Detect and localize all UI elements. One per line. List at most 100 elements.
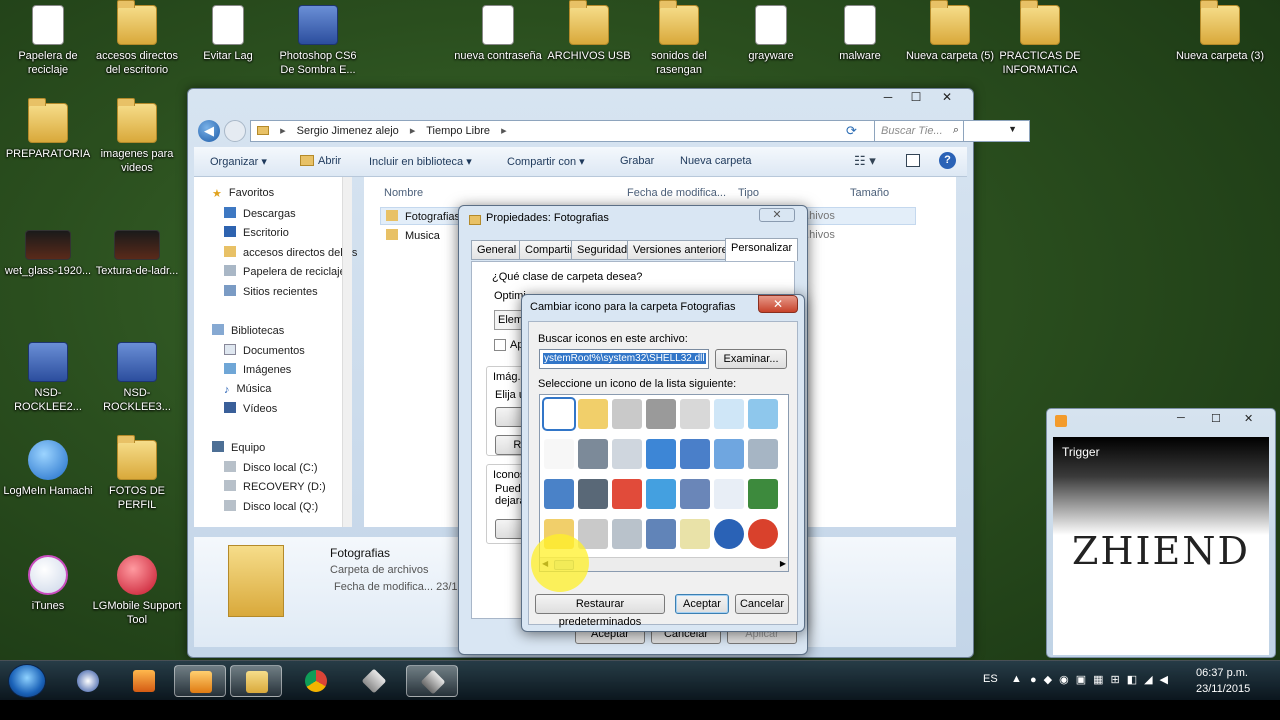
desktop-icon-item[interactable]: Textura-de-ladr...: [92, 230, 182, 278]
tab-customize[interactable]: Personalizar: [725, 238, 799, 261]
view-options-icon[interactable]: ☷ ▾: [854, 153, 876, 169]
taskbar-app[interactable]: [406, 665, 458, 697]
shell-icon-option[interactable]: [714, 399, 744, 429]
breadcrumb-item[interactable]: Tiempo Libre: [426, 125, 490, 137]
desktop-icon-item[interactable]: Nueva carpeta (3): [1175, 0, 1265, 63]
desktop-icon-item[interactable]: imagenes para videos: [92, 98, 182, 175]
desktop-icon-item[interactable]: LGMobile Support Tool: [92, 555, 182, 627]
close-icon[interactable]: ✕: [759, 208, 795, 222]
nav-lib-item[interactable]: Imágenes: [224, 363, 291, 376]
shell-icon-option[interactable]: [714, 439, 744, 469]
back-icon[interactable]: ◀: [198, 120, 220, 142]
search-input[interactable]: Buscar Tie... ⌕: [874, 120, 964, 142]
close-button[interactable]: ✕: [933, 89, 961, 107]
desktop-icon-item[interactable]: Photoshop CS6 De Sombra E...: [273, 5, 363, 77]
preview-pane-icon[interactable]: [906, 154, 920, 167]
maximize-button[interactable]: ☐: [902, 89, 930, 107]
shell-icon-option[interactable]: [748, 519, 778, 549]
desktop-icon-item[interactable]: LogMeIn Hamachi: [3, 440, 93, 498]
shell-icon-option[interactable]: [544, 439, 574, 469]
shell-icon-option[interactable]: [612, 399, 642, 429]
burn-button[interactable]: Grabar: [620, 155, 654, 167]
taskbar-chrome[interactable]: [290, 665, 342, 697]
nav-lib-item[interactable]: Documentos: [224, 344, 305, 357]
icon-file-input[interactable]: ystemRoot%\system32\SHELL32.dll: [539, 349, 709, 369]
shell-icon-option[interactable]: [612, 479, 642, 509]
chevron-down-icon[interactable]: ▼: [1008, 124, 1017, 134]
nav-fav-item[interactable]: Descargas: [224, 207, 296, 220]
desktop-icon-item[interactable]: PREPARATORIA: [3, 98, 93, 161]
cancel-button[interactable]: Cancelar: [735, 594, 789, 614]
browse-button[interactable]: Examinar...: [715, 349, 787, 369]
clock-date[interactable]: 23/11/2015: [1196, 683, 1250, 695]
refresh-icon[interactable]: ⟳: [846, 123, 857, 139]
nav-drive[interactable]: Disco local (Q:): [224, 500, 318, 513]
shell-icon-option[interactable]: [680, 399, 710, 429]
minimize-button[interactable]: ─: [1177, 412, 1185, 424]
desktop-icon-item[interactable]: FOTOS DE PERFIL: [92, 435, 182, 512]
taskbar-explorer[interactable]: [230, 665, 282, 697]
organize-button[interactable]: Organizar ▾: [210, 155, 267, 168]
nav-fav-item[interactable]: Escritorio: [224, 226, 289, 239]
clock-time[interactable]: 06:37 p.m.: [1196, 667, 1248, 679]
accept-button[interactable]: Aceptar: [675, 594, 729, 614]
taskbar-hp-app[interactable]: [62, 665, 114, 697]
desktop-icon-item[interactable]: Papelera de reciclaje: [3, 5, 93, 77]
taskbar-app[interactable]: [118, 665, 170, 697]
taskbar-media-player[interactable]: [174, 665, 226, 697]
shell-icon-option[interactable]: [680, 479, 710, 509]
desktop-icon-item[interactable]: sonidos del rasengan: [634, 0, 724, 77]
desktop-icon-item[interactable]: Evitar Lag: [183, 5, 273, 63]
column-header-type[interactable]: Tipo: [738, 187, 759, 199]
nav-lib-item[interactable]: ♪ Música: [224, 383, 271, 396]
shell-icon-option[interactable]: [612, 439, 642, 469]
shell-icon-option[interactable]: [646, 479, 676, 509]
taskbar-app[interactable]: [348, 665, 400, 697]
desktop-icon-item[interactable]: ARCHIVOS USB: [544, 0, 634, 63]
shell-icon-option[interactable]: [544, 479, 574, 509]
shell-icon-option[interactable]: [680, 439, 710, 469]
shell-icon-option[interactable]: [714, 479, 744, 509]
minimize-button[interactable]: ─: [874, 89, 902, 107]
shell-icon-option[interactable]: [542, 397, 576, 431]
include-library-button[interactable]: Incluir en biblioteca ▾: [369, 155, 472, 168]
nav-drive[interactable]: Disco local (C:): [224, 461, 318, 474]
shell-icon-option[interactable]: [646, 519, 676, 549]
desktop-icon-item[interactable]: accesos directos del escritorio: [92, 0, 182, 77]
nav-computer[interactable]: Equipo: [212, 441, 265, 454]
desktop-icon-item[interactable]: Nueva carpeta (5): [905, 0, 995, 63]
share-button[interactable]: Compartir con ▾: [507, 155, 585, 168]
start-button[interactable]: [8, 664, 46, 698]
nav-scrollbar[interactable]: [342, 177, 352, 527]
shell-icon-option[interactable]: [680, 519, 710, 549]
nav-favorites[interactable]: ★ Favoritos: [212, 187, 274, 200]
search-icon[interactable]: ⌕: [953, 124, 959, 137]
breadcrumb-item[interactable]: Sergio Jimenez alejo: [297, 125, 399, 137]
shell-icon-option[interactable]: [748, 399, 778, 429]
shell-icon-option[interactable]: [748, 479, 778, 509]
desktop-icon-item[interactable]: NSD-ROCKLEE2...: [3, 342, 93, 414]
shell-icon-option[interactable]: [578, 399, 608, 429]
new-folder-button[interactable]: Nueva carpeta: [680, 155, 752, 167]
tray-icons[interactable]: ●◆◉▣▦⊞◧◢◀: [1030, 673, 1175, 686]
tab-security[interactable]: Seguridad: [571, 240, 634, 260]
desktop-icon-item[interactable]: PRACTICAS DE INFORMATICA: [995, 0, 1085, 77]
desktop-icon-item[interactable]: NSD-ROCKLEE3...: [92, 342, 182, 414]
help-icon[interactable]: ?: [939, 152, 956, 169]
desktop-icon-item[interactable]: nueva contraseña: [453, 5, 543, 63]
tab-previous-versions[interactable]: Versiones anteriores: [627, 240, 740, 260]
nav-drive[interactable]: RECOVERY (D:): [224, 480, 326, 493]
column-header-name[interactable]: Nombre: [384, 187, 423, 199]
desktop-icon-item[interactable]: malware: [815, 5, 905, 63]
shell-icon-option[interactable]: [748, 439, 778, 469]
desktop-icon-item[interactable]: wet_glass-1920...: [3, 230, 93, 278]
nav-fav-item[interactable]: Sitios recientes: [224, 285, 318, 298]
file-name[interactable]: Musica: [386, 229, 440, 242]
scroll-right-icon[interactable]: ▶: [780, 559, 786, 568]
show-hidden-icons[interactable]: ▲: [1011, 673, 1022, 685]
forward-icon[interactable]: [224, 120, 246, 142]
open-button[interactable]: Abrir: [318, 155, 341, 167]
shell-icon-option[interactable]: [646, 439, 676, 469]
desktop-icon-item[interactable]: iTunes: [3, 555, 93, 613]
nav-fav-item[interactable]: accesos directos del es: [224, 246, 357, 259]
